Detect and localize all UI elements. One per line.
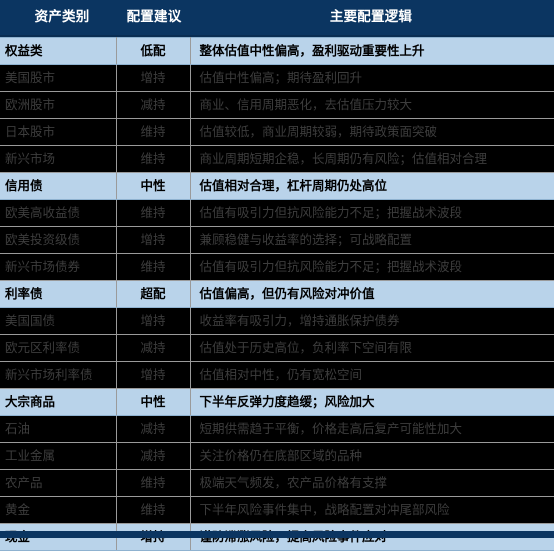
cell-allocation-logic: 兼顾稳健与收益率的选择；可战略配置: [190, 226, 554, 254]
cell-asset-class: 新兴市场: [0, 145, 117, 173]
cell-allocation-advice: 减持: [116, 415, 191, 443]
cell-allocation-logic: 下半年反弹力度趋缓；风险加大: [190, 388, 554, 416]
cell-allocation-logic: 收益率有吸引力，增持通胀保护债券: [190, 307, 554, 335]
cell-allocation-logic: 下半年风险事件集中，战略配置对冲尾部风险: [190, 496, 554, 524]
cell-allocation-logic: 估值偏高，但仍有风险对冲价值: [190, 280, 554, 308]
cell-asset-class: 欧洲股市: [0, 91, 117, 119]
cell-allocation-advice: 减持: [116, 442, 191, 470]
table-row: 新兴市场债券 维持 估值有吸引力但抗风险能力不足；把握战术波段: [0, 253, 554, 281]
table-row-group: 信用债 中性 估值相对合理，杠杆周期仍处高位: [0, 172, 554, 200]
cell-asset-class: 石油: [0, 415, 117, 443]
cell-allocation-logic: 估值有吸引力但抗风险能力不足；把握战术波段: [190, 253, 554, 281]
cell-allocation-advice: 增持: [116, 361, 191, 389]
cell-asset-class: 大宗商品: [0, 388, 117, 416]
cell-allocation-logic: 估值中性偏高；期待盈利回升: [190, 64, 554, 92]
cell-allocation-logic: 整体估值中性偏高，盈利驱动重要性上升: [190, 37, 554, 65]
cell-allocation-advice: 维持: [116, 496, 191, 524]
table-header-band: 资产类别 配置建议 主要配置逻辑: [0, 0, 554, 37]
cell-asset-class: 欧美投资级债: [0, 226, 117, 254]
cell-asset-class: 日本股市: [0, 118, 117, 146]
cell-allocation-logic: 估值相对合理，杠杆周期仍处高位: [190, 172, 554, 200]
table-row: 工业金属 减持 关注价格仍在底部区域的品种: [0, 442, 554, 470]
footer-band: [0, 531, 554, 538]
table-row: 欧美高收益债 维持 估值有吸引力但抗风险能力不足；把握战术波段: [0, 199, 554, 227]
cell-allocation-logic: 估值有吸引力但抗风险能力不足；把握战术波段: [190, 199, 554, 227]
cell-allocation-advice: 维持: [116, 253, 191, 281]
table-row: 黄金 维持 下半年风险事件集中，战略配置对冲尾部风险: [0, 496, 554, 524]
table-row: 美国国债 增持 收益率有吸引力，增持通胀保护债券: [0, 307, 554, 335]
table-row-group: 大宗商品 中性 下半年反弹力度趋缓；风险加大: [0, 388, 554, 416]
cell-allocation-logic: 关注价格仍在底部区域的品种: [190, 442, 554, 470]
cell-asset-class: 美国国债: [0, 307, 117, 335]
cell-asset-class: 新兴市场债券: [0, 253, 117, 281]
column-header-allocation-advice: 配置建议: [126, 9, 182, 25]
table-row: 日本股市 维持 估值较低，商业周期较弱，期待政策面突破: [0, 118, 554, 146]
cell-allocation-advice: 超配: [116, 280, 191, 308]
cell-allocation-advice: 增持: [116, 226, 191, 254]
cell-allocation-advice: 维持: [116, 118, 191, 146]
cell-allocation-logic: 估值相对中性，仍有宽松空间: [190, 361, 554, 389]
cell-allocation-logic: 商业周期短期企稳，长周期仍有风险；估值相对合理: [190, 145, 554, 173]
cell-asset-class: 工业金属: [0, 442, 117, 470]
table-row: 欧美投资级债 增持 兼顾稳健与收益率的选择；可战略配置: [0, 226, 554, 254]
cell-allocation-advice: 维持: [116, 469, 191, 497]
cell-allocation-logic: 短期供需趋于平衡，价格走高后复产可能性加大: [190, 415, 554, 443]
cell-allocation-advice: 减持: [116, 334, 191, 362]
table-row: 新兴市场利率债 增持 估值相对中性，仍有宽松空间: [0, 361, 554, 389]
table-row: 欧元区利率债 减持 估值处于历史高位，负利率下空间有限: [0, 334, 554, 362]
cell-allocation-logic: 估值较低，商业周期较弱，期待政策面突破: [190, 118, 554, 146]
cell-asset-class: 美国股市: [0, 64, 117, 92]
cell-asset-class: 新兴市场利率债: [0, 361, 117, 389]
allocation-table: 权益类 低配 整体估值中性偏高，盈利驱动重要性上升 美国股市 增持 估值中性偏高；期待盈利…: [0, 37, 554, 551]
cell-allocation-logic: 商业、信用周期恶化，去估值压力较大: [190, 91, 554, 119]
cell-allocation-advice: 增持: [116, 64, 191, 92]
table-row-group: 利率债 超配 估值偏高，但仍有风险对冲价值: [0, 280, 554, 308]
table-row: 石油 减持 短期供需趋于平衡，价格走高后复产可能性加大: [0, 415, 554, 443]
cell-allocation-advice: 中性: [116, 172, 191, 200]
cell-allocation-advice: 维持: [116, 199, 191, 227]
cell-asset-class: 权益类: [0, 37, 117, 65]
table-row: 美国股市 增持 估值中性偏高；期待盈利回升: [0, 64, 554, 92]
cell-asset-class: 欧元区利率债: [0, 334, 117, 362]
cell-asset-class: 黄金: [0, 496, 117, 524]
cell-asset-class: 农产品: [0, 469, 117, 497]
table-row: 欧洲股市 减持 商业、信用周期恶化，去估值压力较大: [0, 91, 554, 119]
cell-allocation-advice: 低配: [116, 37, 191, 65]
cell-allocation-advice: 中性: [116, 388, 191, 416]
cell-allocation-advice: 维持: [116, 145, 191, 173]
cell-allocation-advice: 减持: [116, 91, 191, 119]
cell-asset-class: 利率债: [0, 280, 117, 308]
allocation-table-body: 权益类 低配 整体估值中性偏高，盈利驱动重要性上升 美国股市 增持 估值中性偏高；期待盈利…: [0, 37, 554, 551]
column-header-allocation-logic: 主要配置逻辑: [329, 9, 413, 25]
allocation-table-sheet: 资产类别 配置建议 主要配置逻辑 权益类 低配 整体估值中性偏高，盈利驱动重要性上升…: [0, 0, 554, 551]
column-header-asset-class: 资产类别: [34, 9, 90, 25]
cell-allocation-advice: 增持: [116, 307, 191, 335]
table-row-group: 权益类 低配 整体估值中性偏高，盈利驱动重要性上升: [0, 37, 554, 65]
cell-allocation-logic: 极端天气频发，农产品价格有支撑: [190, 469, 554, 497]
cell-asset-class: 信用债: [0, 172, 117, 200]
cell-allocation-logic: 估值处于历史高位，负利率下空间有限: [190, 334, 554, 362]
table-row: 新兴市场 维持 商业周期短期企稳，长周期仍有风险；估值相对合理: [0, 145, 554, 173]
table-row: 农产品 维持 极端天气频发，农产品价格有支撑: [0, 469, 554, 497]
cell-asset-class: 欧美高收益债: [0, 199, 117, 227]
